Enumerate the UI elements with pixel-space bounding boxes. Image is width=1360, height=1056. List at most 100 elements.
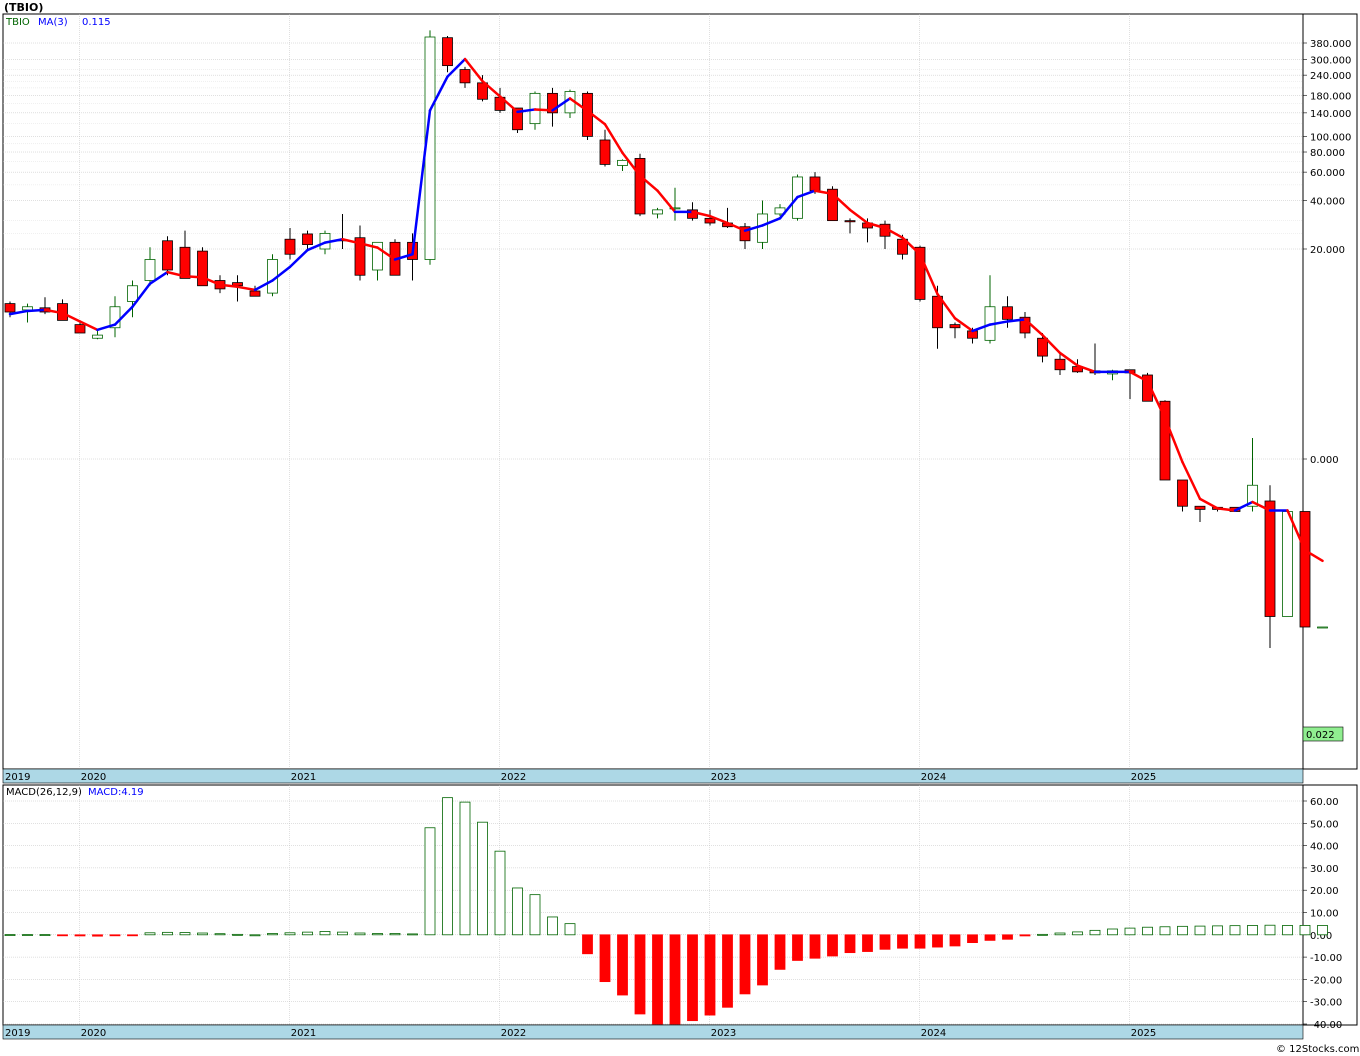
macd-bar <box>57 934 68 937</box>
macd-bar <box>827 934 838 957</box>
price-year-label: 2020 <box>81 772 106 783</box>
macd-bar <box>1002 934 1013 940</box>
macd-bar <box>337 931 348 936</box>
macd-bar <box>547 916 558 936</box>
macd-tick-label: 20.00 <box>1310 886 1339 897</box>
macd-bar <box>809 934 821 959</box>
candle-body <box>459 69 471 84</box>
macd-tick-label: -20.00 <box>1310 975 1342 986</box>
price-tick-label: 300.000 <box>1310 56 1351 67</box>
macd-year-label: 2019 <box>5 1028 30 1039</box>
candle-body <box>844 220 856 223</box>
candle-body <box>1177 479 1188 507</box>
macd-bar <box>1072 931 1083 936</box>
price-year-label: 2019 <box>5 772 30 783</box>
macd-bar <box>1037 933 1048 936</box>
macd-bar <box>22 934 33 936</box>
macd-tick-label: -10.00 <box>1310 953 1342 964</box>
macd-bar <box>1124 927 1136 936</box>
candle-body <box>1054 358 1066 371</box>
price-tick-label: 180.000 <box>1310 91 1351 102</box>
macd-bar <box>512 887 523 936</box>
macd-bar <box>634 934 646 1015</box>
macd-tick-label: 40.00 <box>1310 842 1339 853</box>
candle-body <box>442 37 453 67</box>
price-year-label: 2022 <box>501 772 526 783</box>
legend-ma-label: MA(3) <box>38 17 68 28</box>
macd-bar <box>407 933 418 936</box>
price-tick-label: 100.000 <box>1310 132 1351 143</box>
macd-bar <box>1299 925 1311 936</box>
macd-year-label: 2025 <box>1131 1028 1156 1039</box>
macd-bar <box>1019 934 1031 937</box>
price-axis-panel <box>1302 13 1358 770</box>
candle-body <box>249 290 261 297</box>
macd-bar <box>599 934 611 983</box>
price-tick-label: 80.000 <box>1310 148 1345 159</box>
macd-year-label: 2021 <box>291 1028 316 1039</box>
price-year-label: 2024 <box>921 772 946 783</box>
macd-bar <box>197 932 208 936</box>
price-panel <box>2 13 1304 770</box>
macd-bar <box>1107 928 1118 936</box>
macd-bar <box>4 934 16 936</box>
stock-chart: (TBIO) 380.000 300.000 240.000 180.000 140.0… <box>2 1 1359 1055</box>
legend-ma-value: 0.115 <box>82 17 111 28</box>
candle-body <box>652 209 663 215</box>
price-year-label: 2021 <box>291 772 316 783</box>
price-tick-label: 240.000 <box>1310 71 1351 82</box>
macd-bar <box>92 934 103 937</box>
candle-body <box>1264 500 1276 617</box>
chart-title: (TBIO) <box>4 1 43 14</box>
candle-body <box>634 158 646 215</box>
macd-bar <box>319 931 331 936</box>
macd-tick-label: 10.00 <box>1310 909 1339 920</box>
macd-bar <box>879 934 891 950</box>
macd-bar <box>1142 926 1153 936</box>
macd-bar <box>389 933 401 936</box>
legend-symbol: TBIO <box>5 17 30 28</box>
candle-body <box>809 176 821 192</box>
macd-bar <box>739 934 751 995</box>
macd-bar <box>214 933 226 936</box>
macd-year-label: 2020 <box>81 1028 106 1039</box>
ma-segment <box>183 275 204 279</box>
macd-bar <box>39 934 51 936</box>
macd-bar <box>1247 925 1258 936</box>
macd-year-label: 2023 <box>711 1028 736 1039</box>
macd-bar <box>914 934 926 949</box>
macd-tick-label: -30.00 <box>1310 998 1342 1009</box>
macd-bar <box>1194 925 1206 936</box>
macd-bar <box>1089 929 1101 936</box>
candle-body <box>284 238 296 255</box>
macd-bar <box>582 934 593 955</box>
macd-bar <box>529 894 541 936</box>
macd-bar <box>862 934 873 952</box>
macd-legend-value: MACD:4.19 <box>88 787 144 798</box>
candle-body <box>1299 511 1311 628</box>
candle-body <box>1037 337 1048 357</box>
macd-bar <box>1212 925 1223 936</box>
macd-bar <box>1282 925 1293 936</box>
candle-body <box>162 240 173 271</box>
price-tick-label: 0.000 <box>1310 455 1339 466</box>
price-year-label: 2023 <box>711 772 736 783</box>
candle-body <box>1194 505 1206 510</box>
macd-bar <box>652 934 663 1025</box>
macd-bar <box>424 827 436 936</box>
macd-bar <box>74 934 86 937</box>
candle-body <box>127 285 138 302</box>
candle-body <box>1282 511 1293 617</box>
candle-body <box>92 334 103 339</box>
macd-bar <box>1177 925 1188 936</box>
macd-bar <box>967 934 978 944</box>
macd-bar <box>162 931 173 936</box>
candle-body <box>704 217 716 224</box>
macd-bar <box>757 934 768 986</box>
macd-bar <box>372 933 383 936</box>
macd-bar <box>1264 924 1276 936</box>
macd-bar <box>109 934 121 937</box>
macd-tick-label: -40.00 <box>1310 1020 1342 1031</box>
candle-body <box>197 250 208 287</box>
price-year-band <box>2 768 1304 784</box>
